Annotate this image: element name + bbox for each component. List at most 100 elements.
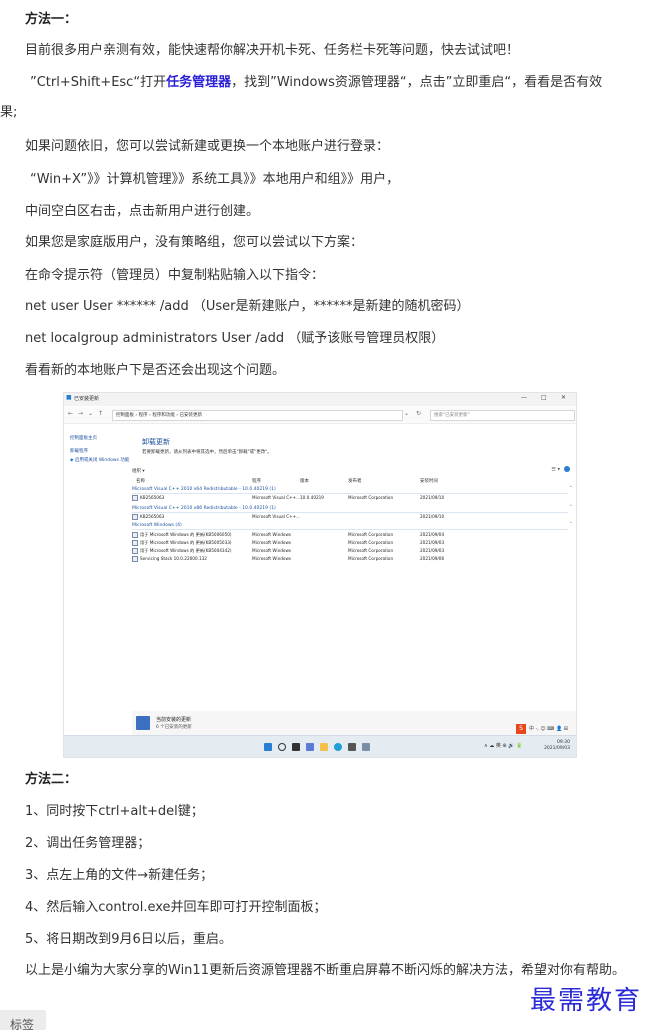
page-title: 卸载更新 — [142, 438, 170, 446]
group-divider — [132, 529, 568, 530]
organize-menu[interactable]: 组织 ▾ — [132, 468, 145, 474]
clock[interactable]: 09:30 2021/09/03 — [544, 740, 570, 752]
installed-updates-icon — [136, 716, 150, 730]
installed-updates-screenshot: ■ 已安装更新 — □ ✕ ← → ⌄ ↑ 控制面板 › 程序 › 程序和功能 … — [63, 392, 577, 758]
cell: Microsoft Windows — [252, 556, 292, 561]
table-row[interactable]: 用于 Microsoft Windows 的 更新(KB5005033) — [132, 540, 232, 546]
column-header[interactable]: 发布者 — [348, 478, 362, 484]
widgets-icon[interactable] — [306, 743, 314, 751]
chevron-up-icon[interactable]: ˄ — [570, 522, 573, 528]
page-subtitle: 若要卸载更新，请从列表中将其选中，然后单击"卸载"或"更改"。 — [142, 450, 272, 455]
tag-label[interactable]: 标签 — [10, 1016, 34, 1033]
control-panel-icon[interactable] — [362, 743, 370, 751]
search-icon[interactable] — [278, 743, 286, 751]
cell: 2021/09/03 — [420, 540, 445, 545]
ime-toolbar[interactable]: 中 ·, ☺ ⌨ 👤 ⊞ — [529, 725, 568, 732]
cell: Microsoft Visual C++... — [252, 514, 301, 519]
table-row[interactable]: 用于 Microsoft Windows 的 更新(KB5004342) — [132, 548, 232, 554]
cell: Microsoft Corporation — [348, 532, 394, 537]
sidebar-item-uninstall[interactable]: 卸载程序 — [70, 448, 88, 454]
table-row[interactable]: KB2565063 — [132, 514, 164, 520]
help-icon[interactable] — [564, 466, 570, 472]
clock-date: 2021/09/03 — [544, 746, 570, 751]
cell: 2021/09/03 — [420, 548, 445, 553]
cell: 2021/09/10 — [420, 514, 445, 519]
group-divider — [132, 493, 568, 494]
view-icon[interactable]: ☰ ▾ — [551, 467, 560, 473]
paragraph-intro: 目前很多用户亲测有效，能快速帮你解决开机卡死、任务栏卡死等问题，快去试试吧！ — [25, 43, 520, 58]
store-icon[interactable] — [348, 743, 356, 751]
cell: 用于 Microsoft Windows 的 更新(KB5006050) — [140, 532, 232, 537]
forward-icon[interactable]: → — [78, 410, 83, 417]
chevron-down-icon[interactable]: ⌄ — [88, 410, 93, 417]
update-icon — [132, 556, 138, 562]
edge-icon[interactable] — [334, 743, 342, 751]
cell: Microsoft Windows — [252, 540, 292, 545]
paragraph-text: ，找到”Windows资源管理器“，点击”立即重启“，看看是否有效 — [231, 75, 603, 90]
ime-logo[interactable]: S — [516, 724, 526, 734]
system-tray[interactable]: ∧ ☁ 英 ⊕ 🔊 🔋 — [484, 742, 522, 749]
close-icon[interactable]: ✕ — [561, 394, 566, 401]
sidebar-item-home[interactable]: 控制面板主页 — [70, 435, 97, 441]
dropdown-icon[interactable]: ⌄ — [404, 410, 409, 417]
window-title: 已安装更新 — [74, 396, 100, 402]
chevron-up-icon[interactable]: ˄ — [570, 505, 573, 511]
group-header[interactable]: Microsoft Visual C++ 2010 x86 Redistribu… — [132, 506, 276, 511]
refresh-icon[interactable]: ↻ — [416, 410, 421, 417]
status-title: 当前安装的更新 — [156, 717, 192, 723]
update-icon — [132, 548, 138, 554]
cell: 2021/09/06 — [420, 556, 445, 561]
table-row[interactable]: 用于 Microsoft Windows 的 更新(KB5006050) — [132, 532, 232, 538]
step-1: 1、同时按下ctrl+alt+del键； — [25, 804, 204, 819]
group-header[interactable]: Microsoft Visual C++ 2010 x64 Redistribu… — [132, 487, 276, 492]
group-header[interactable]: Microsoft Windows (4) — [132, 523, 182, 528]
minimize-icon[interactable]: — — [521, 394, 527, 401]
file-explorer-icon[interactable] — [320, 743, 328, 751]
status-count: 6 个已安装的更新 — [156, 725, 192, 730]
update-icon — [132, 495, 138, 501]
column-header[interactable]: 版本 — [300, 478, 309, 484]
column-header[interactable]: 程序 — [252, 478, 261, 484]
cell: Microsoft Windows — [252, 532, 292, 537]
update-icon — [132, 532, 138, 538]
cell: Microsoft Visual C++... — [252, 495, 301, 500]
cell: Microsoft Corporation — [348, 540, 394, 545]
update-icon — [132, 540, 138, 546]
paragraph-local-account: 如果问题依旧，您可以尝试新建或更换一个本地账户进行登录： — [25, 139, 390, 154]
address-bar: ← → ⌄ ↑ 控制面板 › 程序 › 程序和功能 › 已安装更新 ⌄ ↻ 搜索… — [64, 407, 576, 424]
cell: Microsoft Corporation — [348, 556, 394, 561]
task-manager-link[interactable]: 任务管理器 — [166, 75, 231, 90]
group-divider — [132, 512, 568, 513]
chevron-up-icon[interactable]: ˄ — [570, 486, 573, 492]
paragraph-winx-path: “Win+X”》》计算机管理》》系统工具》》本地用户和组》》用户， — [30, 172, 400, 187]
sidebar-item-label: 启用或关闭 Windows 功能 — [74, 458, 130, 463]
back-icon[interactable]: ← — [68, 410, 73, 417]
task-view-icon[interactable] — [292, 743, 300, 751]
table-row[interactable]: Servicing Stack 10.0.22000.132 — [132, 556, 207, 562]
paragraph-cmd: 在命令提示符（管理员）中复制粘贴输入以下指令： — [25, 268, 325, 283]
cell: Servicing Stack 10.0.22000.132 — [140, 556, 207, 561]
cell: KB2565063 — [140, 514, 165, 519]
maximize-icon[interactable]: □ — [541, 394, 547, 401]
step-5: 5、将日期改到9月6日以后，重启。 — [25, 932, 232, 947]
up-icon[interactable]: ↑ — [98, 410, 103, 417]
sidebar-item-windows-features[interactable]: ◆ 启用或关闭 Windows 功能 — [70, 457, 129, 463]
step-2: 2、调出任务管理器； — [25, 836, 151, 851]
paragraph-wrap: 果; — [0, 105, 18, 120]
command-net-user: net user User ****** /add （User是新建账户，***… — [25, 299, 470, 314]
start-icon[interactable] — [264, 743, 272, 751]
step-4: 4、然后输入control.exe并回车即可打开控制面板； — [25, 900, 327, 915]
cell: 2021/09/10 — [420, 495, 445, 500]
cell: KB2565063 — [140, 495, 165, 500]
method1-title: 方法一： — [25, 12, 78, 27]
column-header[interactable]: 安装时间 — [420, 478, 438, 484]
window-titlebar: ■ 已安装更新 — □ ✕ — [64, 393, 576, 406]
command-net-localgroup: net localgroup administrators User /add … — [25, 331, 445, 346]
column-header[interactable]: 名称 — [136, 478, 145, 484]
cell: Microsoft Corporation — [348, 495, 394, 500]
search-input[interactable]: 搜索"已安装更新" — [430, 410, 575, 421]
address-field[interactable]: 控制面板 › 程序 › 程序和功能 › 已安装更新 — [112, 410, 403, 421]
table-row[interactable]: KB2565063 — [132, 495, 164, 501]
cell: Microsoft Windows — [252, 548, 292, 553]
paragraph-task-manager: ”Ctrl+Shift+Esc“打开任务管理器，找到”Windows资源管理器“… — [30, 74, 602, 92]
